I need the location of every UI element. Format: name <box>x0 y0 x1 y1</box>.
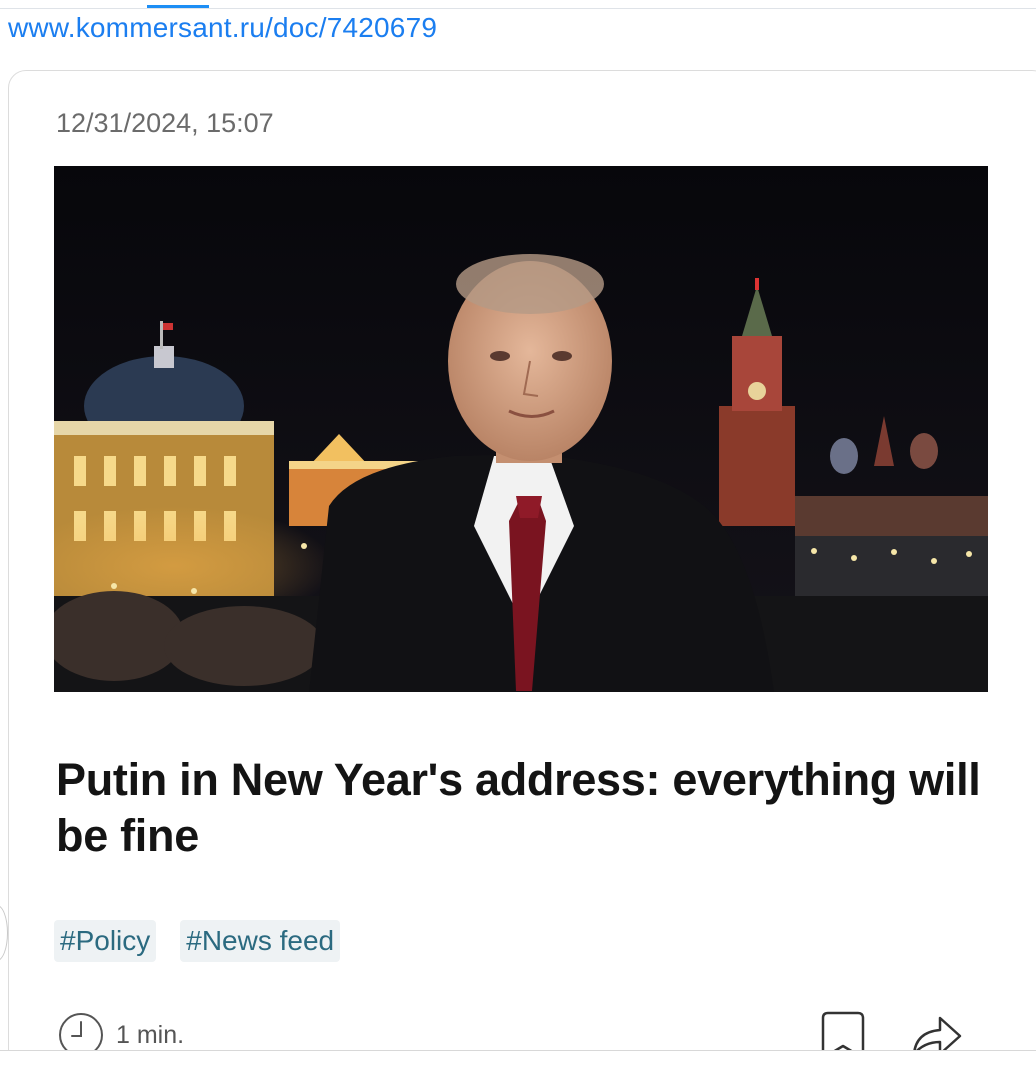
page: www.kommersant.ru/doc/7420679 12/31/2024… <box>0 0 1036 1078</box>
article-url-link[interactable]: www.kommersant.ru/doc/7420679 <box>8 12 437 44</box>
article-timestamp: 12/31/2024, 15:07 <box>56 108 274 138</box>
tag-policy[interactable]: #Policy <box>54 920 157 962</box>
top-divider <box>0 8 1036 9</box>
left-edge-control <box>0 905 8 961</box>
tag-list: #Policy #News feed <box>54 920 341 962</box>
photo-illustration <box>54 166 988 692</box>
active-tab-indicator <box>147 5 209 8</box>
article-photo[interactable] <box>54 166 988 692</box>
tag-news-feed[interactable]: #News feed <box>180 920 341 962</box>
bottom-toolbar-edge <box>0 1050 1036 1078</box>
read-time: 1 min. <box>116 1020 185 1049</box>
article-headline[interactable]: Putin in New Year's address: everything … <box>56 752 996 864</box>
